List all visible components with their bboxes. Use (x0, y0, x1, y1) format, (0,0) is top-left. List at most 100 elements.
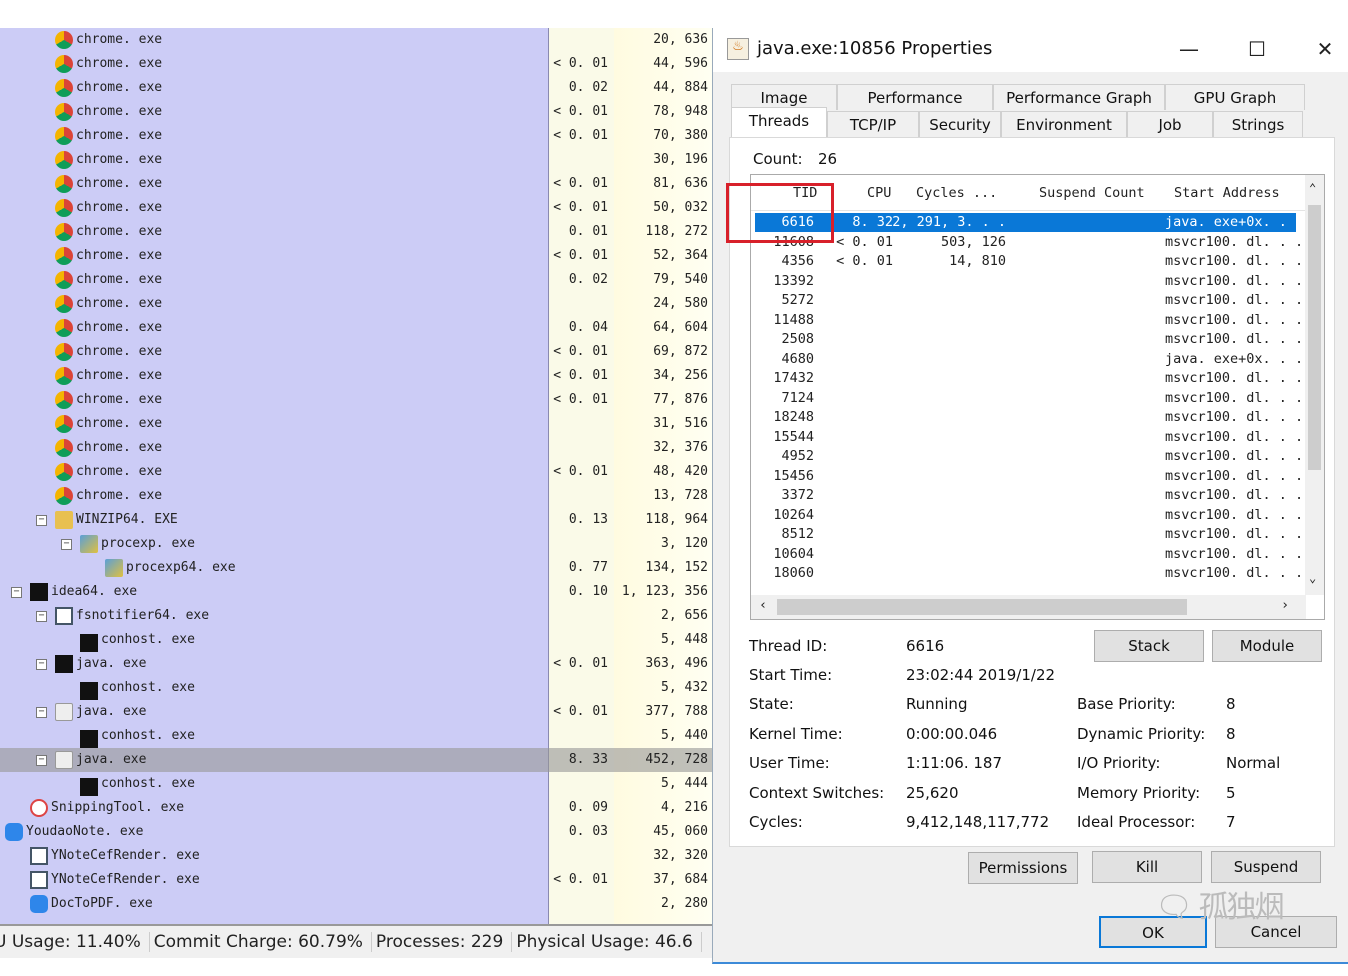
tab-threads[interactable]: Threads (731, 107, 827, 137)
process-row[interactable]: chrome. exe < 0. 01 81, 636 (0, 172, 712, 196)
tab-tcp-ip[interactable]: TCP/IP (827, 111, 919, 137)
thread-row[interactable]: 11608 < 0. 01 503, 126 msvcr100. dl. . . (755, 233, 1303, 252)
column-header-suspend-count[interactable]: Suspend Count (1039, 185, 1145, 201)
thread-row[interactable]: 13392 msvcr100. dl. . . (755, 272, 1303, 291)
process-row[interactable]: DocToPDF. exe 2, 280 (0, 892, 712, 916)
scroll-right-icon[interactable]: › (1281, 597, 1289, 613)
suspend-button[interactable]: Suspend (1211, 851, 1321, 883)
process-row[interactable]: − fsnotifier64. exe 2, 656 (0, 604, 712, 628)
tab-job[interactable]: Job (1127, 111, 1213, 137)
thread-row[interactable]: 15544 msvcr100. dl. . . (755, 428, 1303, 447)
kill-button[interactable]: Kill (1092, 851, 1202, 883)
vertical-scrollbar[interactable]: ⌃ ⌄ (1305, 175, 1324, 595)
process-row[interactable]: − java. exe < 0. 01 377, 788 (0, 700, 712, 724)
thread-row[interactable]: 6616 8. 32 2, 291, 3. . . java. exe+0x. . . (755, 213, 1303, 232)
process-name: chrome. exe (76, 296, 163, 311)
process-row[interactable]: chrome. exe 13, 728 (0, 484, 712, 508)
thread-row[interactable]: 4680 java. exe+0x. . . (755, 350, 1303, 369)
tab-gpu-graph[interactable]: GPU Graph (1165, 84, 1305, 110)
thread-row[interactable]: 11488 msvcr100. dl. . . (755, 311, 1303, 330)
process-row[interactable]: chrome. exe < 0. 01 50, 032 (0, 196, 712, 220)
tab-strings[interactable]: Strings (1213, 111, 1303, 137)
collapse-icon[interactable]: − (11, 587, 22, 598)
thread-row[interactable]: 17432 msvcr100. dl. . . (755, 369, 1303, 388)
module-button[interactable]: Module (1212, 630, 1322, 662)
thread-row[interactable]: 2508 msvcr100. dl. . . (755, 330, 1303, 349)
process-row[interactable]: chrome. exe < 0. 01 69, 872 (0, 340, 712, 364)
process-row[interactable]: chrome. exe 30, 196 (0, 148, 712, 172)
horizontal-scrollbar[interactable]: ‹ › (751, 595, 1306, 619)
process-row[interactable]: chrome. exe 0. 04 64, 604 (0, 316, 712, 340)
tab-security[interactable]: Security (919, 111, 1001, 137)
thread-row[interactable]: 10264 msvcr100. dl. . . (755, 506, 1303, 525)
process-memory: 52, 364 (653, 248, 708, 263)
thread-row[interactable]: 5272 msvcr100. dl. . . (755, 291, 1303, 310)
process-row[interactable]: − idea64. exe 0. 10 1, 123, 356 (0, 580, 712, 604)
threads-list[interactable]: TID CPU Cycles ... Suspend Count Start A… (750, 174, 1325, 620)
process-row[interactable]: chrome. exe < 0. 01 44, 596 (0, 52, 712, 76)
column-header-cpu[interactable]: CPU (867, 185, 891, 201)
process-row[interactable]: − java. exe < 0. 01 363, 496 (0, 652, 712, 676)
tab-environment[interactable]: Environment (1001, 111, 1127, 137)
scroll-left-icon[interactable]: ‹ (759, 597, 767, 613)
collapse-icon[interactable]: − (36, 611, 47, 622)
process-row[interactable]: YNoteCefRender. exe < 0. 01 37, 684 (0, 868, 712, 892)
process-name: chrome. exe (76, 56, 163, 71)
process-row[interactable]: chrome. exe 0. 02 79, 540 (0, 268, 712, 292)
thread-row[interactable]: 15456 msvcr100. dl. . . (755, 467, 1303, 486)
process-row[interactable]: chrome. exe 32, 376 (0, 436, 712, 460)
process-row[interactable]: conhost. exe 5, 432 (0, 676, 712, 700)
process-row[interactable]: − WINZIP64. EXE 0. 13 118, 964 (0, 508, 712, 532)
process-row[interactable]: YNoteCefRender. exe 32, 320 (0, 844, 712, 868)
thread-row[interactable]: 4356 < 0. 01 14, 810 msvcr100. dl. . . (755, 252, 1303, 271)
process-row[interactable]: conhost. exe 5, 444 (0, 772, 712, 796)
scroll-up-icon[interactable]: ⌃ (1309, 181, 1316, 195)
process-row[interactable]: chrome. exe < 0. 01 78, 948 (0, 100, 712, 124)
process-row[interactable]: − procexp. exe 3, 120 (0, 532, 712, 556)
process-row[interactable]: chrome. exe 24, 580 (0, 292, 712, 316)
process-row[interactable]: chrome. exe < 0. 01 70, 380 (0, 124, 712, 148)
collapse-icon[interactable]: − (36, 755, 47, 766)
thread-row[interactable]: 18248 msvcr100. dl. . . (755, 408, 1303, 427)
tab-performance[interactable]: Performance (837, 84, 993, 110)
process-row[interactable]: chrome. exe < 0. 01 48, 420 (0, 460, 712, 484)
thread-row[interactable]: 18060 msvcr100. dl. . . (755, 564, 1303, 583)
process-row[interactable]: chrome. exe 20, 636 (0, 28, 712, 52)
process-row[interactable]: chrome. exe < 0. 01 52, 364 (0, 244, 712, 268)
permissions-button[interactable]: Permissions (968, 852, 1078, 884)
process-row[interactable]: conhost. exe 5, 440 (0, 724, 712, 748)
stack-button[interactable]: Stack (1094, 630, 1204, 662)
scrollbar-thumb[interactable] (1308, 205, 1321, 470)
process-name: chrome. exe (76, 320, 163, 335)
close-button[interactable]: ✕ (1305, 34, 1345, 64)
column-header-cycles[interactable]: Cycles ... (916, 185, 997, 201)
process-row[interactable]: chrome. exe 0. 01 118, 272 (0, 220, 712, 244)
process-row[interactable]: chrome. exe < 0. 01 34, 256 (0, 364, 712, 388)
collapse-icon[interactable]: − (36, 515, 47, 526)
column-header-start-address[interactable]: Start Address (1174, 185, 1280, 201)
tab-performance-graph[interactable]: Performance Graph (993, 84, 1165, 110)
hscrollbar-thumb[interactable] (777, 599, 1187, 615)
collapse-icon[interactable]: − (36, 659, 47, 670)
thread-row[interactable]: 7124 msvcr100. dl. . . (755, 389, 1303, 408)
process-row[interactable]: − java. exe 8. 33 452, 728 (0, 748, 712, 772)
thread-row[interactable]: 3372 msvcr100. dl. . . (755, 486, 1303, 505)
window-icon (30, 871, 48, 889)
thread-cycles: 14, 810 (949, 253, 1006, 269)
process-row[interactable]: chrome. exe 31, 516 (0, 412, 712, 436)
collapse-icon[interactable]: − (36, 707, 47, 718)
thread-row[interactable]: 4952 msvcr100. dl. . . (755, 447, 1303, 466)
thread-row[interactable]: 8512 msvcr100. dl. . . (755, 525, 1303, 544)
process-row[interactable]: SnippingTool. exe 0. 09 4, 216 (0, 796, 712, 820)
collapse-icon[interactable]: − (61, 539, 72, 550)
maximize-button[interactable]: ☐ (1237, 34, 1277, 64)
process-row[interactable]: chrome. exe 0. 02 44, 884 (0, 76, 712, 100)
process-row[interactable]: chrome. exe < 0. 01 77, 876 (0, 388, 712, 412)
process-row[interactable]: procexp64. exe 0. 77 134, 152 (0, 556, 712, 580)
scroll-down-icon[interactable]: ⌄ (1309, 571, 1316, 585)
process-row[interactable]: YoudaoNote. exe 0. 03 45, 060 (0, 820, 712, 844)
thread-row[interactable]: 10604 msvcr100. dl. . . (755, 545, 1303, 564)
minimize-button[interactable]: — (1169, 34, 1209, 64)
process-memory: 44, 596 (653, 56, 708, 71)
process-row[interactable]: conhost. exe 5, 448 (0, 628, 712, 652)
